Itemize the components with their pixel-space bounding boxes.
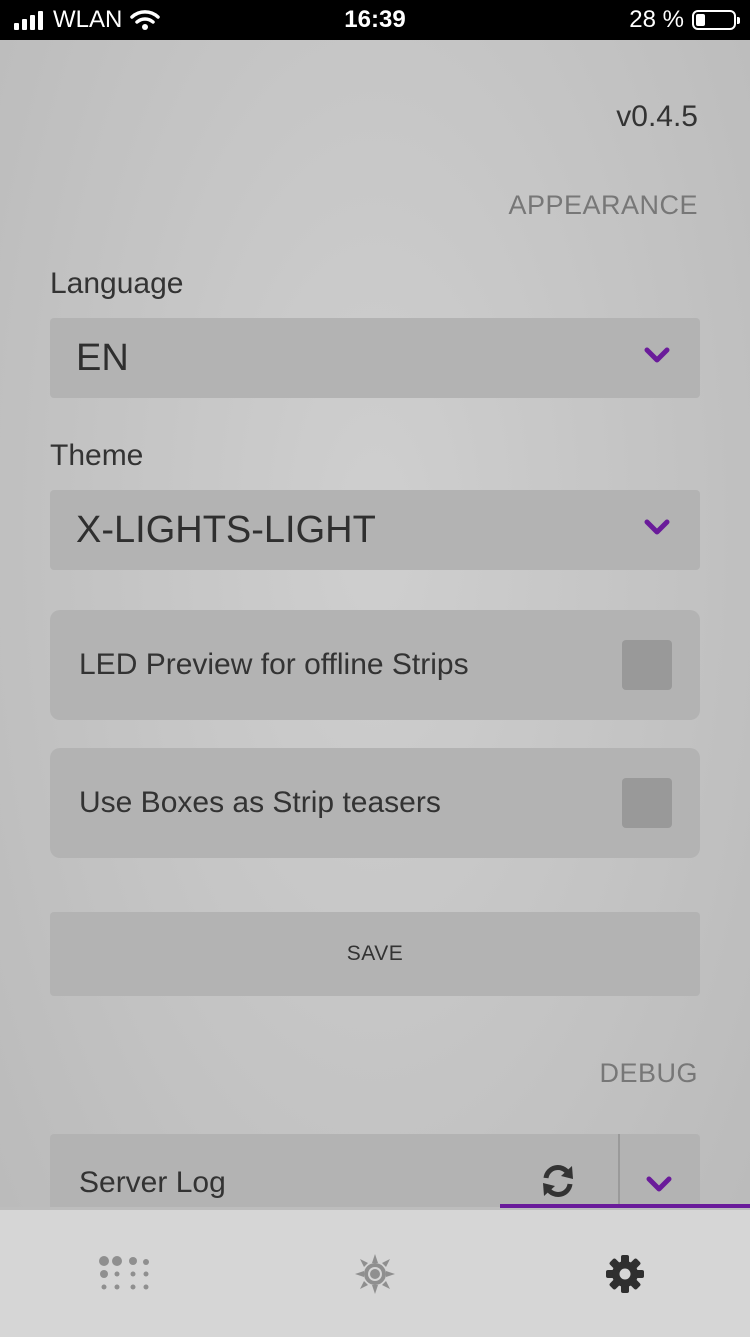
server-log-label: Server Log — [79, 1166, 226, 1199]
language-label: Language — [50, 267, 184, 300]
divider — [618, 1134, 620, 1210]
boxes-teaser-checkbox[interactable] — [622, 778, 672, 828]
gear-icon — [606, 1254, 644, 1293]
appearance-section-title: APPEARANCE — [508, 190, 698, 220]
language-select[interactable]: EN — [50, 318, 700, 398]
save-button[interactable]: SAVE — [50, 912, 700, 996]
battery-percent: 28 % — [629, 6, 684, 33]
debug-section-title: DEBUG — [599, 1058, 698, 1088]
chevron-down-icon[interactable] — [646, 1176, 672, 1194]
app-version: v0.4.5 — [616, 100, 698, 133]
battery-icon — [692, 10, 740, 30]
status-right: 28 % — [629, 6, 740, 34]
theme-select[interactable]: X-LIGHTS-LIGHT — [50, 490, 700, 570]
led-preview-setting: LED Preview for offline Strips — [50, 610, 700, 720]
boxes-teaser-label: Use Boxes as Strip teasers — [79, 786, 441, 819]
tab-settings[interactable] — [500, 1210, 750, 1337]
theme-value: X-LIGHTS-LIGHT — [76, 508, 376, 551]
language-value: EN — [76, 336, 129, 379]
tab-lights[interactable] — [250, 1210, 500, 1337]
led-grid-icon — [99, 1255, 149, 1289]
sun-icon — [355, 1253, 395, 1294]
chevron-down-icon — [644, 347, 670, 363]
chevron-down-icon — [644, 519, 670, 535]
led-preview-label: LED Preview for offline Strips — [79, 648, 469, 681]
tab-strips[interactable] — [0, 1210, 250, 1337]
server-log-row: Server Log — [50, 1134, 700, 1210]
bottom-tab-bar — [0, 1207, 750, 1337]
active-tab-indicator — [500, 1204, 750, 1208]
theme-label: Theme — [50, 439, 144, 472]
refresh-icon[interactable] — [540, 1164, 576, 1198]
led-preview-checkbox[interactable] — [622, 640, 672, 690]
status-bar: WLAN 16:39 28 % — [0, 0, 750, 40]
boxes-teaser-setting: Use Boxes as Strip teasers — [50, 748, 700, 858]
